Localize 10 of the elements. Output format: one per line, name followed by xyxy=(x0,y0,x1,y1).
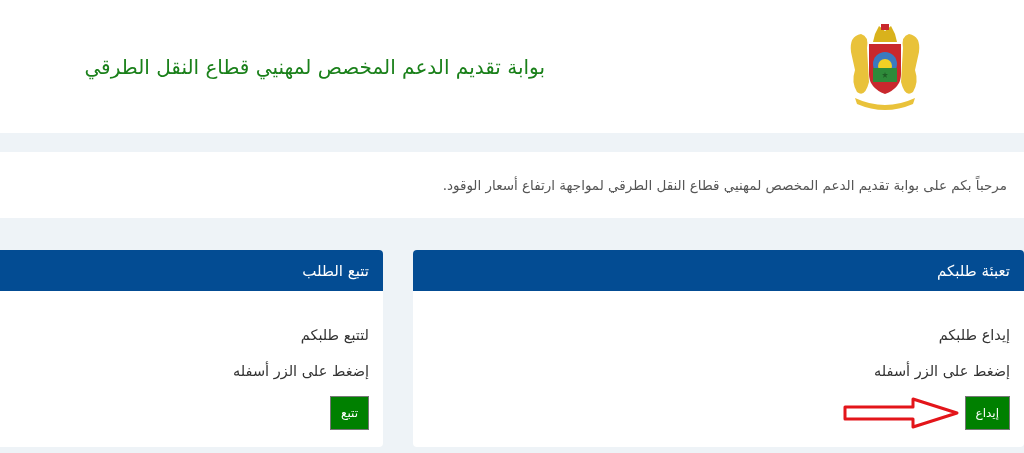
welcome-text: مرحباً بكم على بوابة تقديم الدعم المخصص لمهنيي قطاع النقل الطرقي لمواجهة ارتفاع أسعار الوقود. xyxy=(442,177,1007,193)
card-text: إضغط على الزر أسفله xyxy=(873,360,1010,382)
card-title: تعبئة طلبكم xyxy=(937,261,1010,280)
portal-title: بوابة تقديم الدعم المخصص لمهنيي قطاع النقل الطرقي xyxy=(84,54,545,79)
card-text: إضغط على الزر أسفله xyxy=(232,360,369,382)
action-button[interactable]: إيداع xyxy=(964,396,1010,430)
card-text: لتتبع طلبكم xyxy=(299,326,369,346)
card-title: تتبع الطلب xyxy=(302,261,369,280)
action-button[interactable]: تتبع xyxy=(330,396,369,430)
card-text: إيداع طلبكم xyxy=(937,326,1010,346)
